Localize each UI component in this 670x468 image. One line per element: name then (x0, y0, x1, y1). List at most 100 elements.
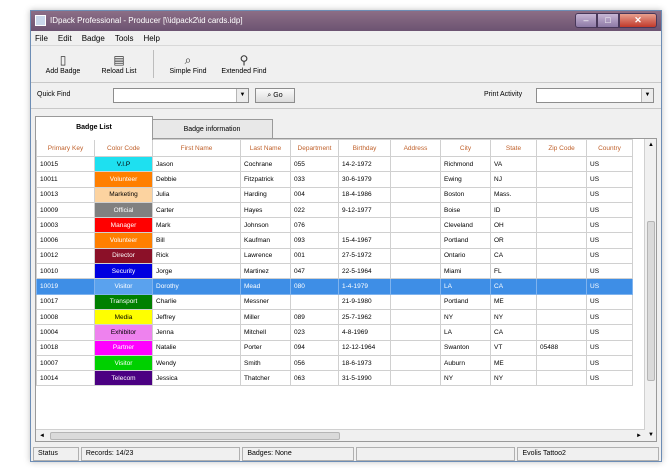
table-row[interactable]: 10007 Visitor Wendy Smith 056 18-6-1973 Auburn… (36, 354, 633, 372)
horizontal-scrollbar[interactable]: ◄ ► (36, 429, 645, 441)
state-cell[interactable]: CA (490, 247, 537, 265)
country-cell[interactable]: US (586, 278, 633, 295)
primary-key-cell[interactable]: 10004 (36, 324, 95, 341)
color-code-cell[interactable]: Official (94, 201, 153, 219)
last-name-cell[interactable]: Kaufman (240, 232, 291, 249)
primary-key-cell[interactable]: 10019 (36, 278, 95, 295)
scroll-right-icon[interactable]: ► (633, 430, 645, 441)
zip-code-cell[interactable] (536, 293, 587, 310)
color-code-cell[interactable]: Partner (94, 339, 153, 356)
go-button[interactable]: ⌕ Go (255, 88, 295, 103)
primary-key-cell[interactable]: 10018 (36, 339, 95, 356)
birthday-cell[interactable]: 25-7-1962 (338, 308, 391, 326)
country-cell[interactable]: US (586, 171, 633, 188)
department-cell[interactable]: 093 (290, 232, 339, 249)
table-row[interactable]: 10009 Official Carter Hayes 022 9-12-1977 Bois… (36, 201, 633, 219)
last-name-cell[interactable]: Mitchell (240, 324, 291, 341)
zip-code-cell[interactable] (536, 232, 587, 249)
birthday-cell[interactable]: 9-12-1977 (338, 201, 391, 219)
extended-find-button[interactable]: ⚲ Extended Find (216, 46, 272, 82)
color-code-cell[interactable]: Visitor (94, 278, 153, 295)
first-name-cell[interactable]: Jason (152, 155, 241, 173)
department-cell[interactable]: 023 (290, 324, 339, 341)
first-name-cell[interactable]: Jenna (152, 324, 241, 341)
address-cell[interactable] (390, 217, 441, 234)
state-cell[interactable]: OR (490, 232, 537, 249)
state-cell[interactable]: NJ (490, 171, 537, 188)
department-cell[interactable]: 033 (290, 171, 339, 188)
city-cell[interactable]: NY (440, 370, 491, 387)
horizontal-scroll-thumb[interactable] (50, 432, 340, 440)
first-name-cell[interactable]: Wendy (152, 354, 241, 372)
last-name-cell[interactable]: Lawrence (240, 247, 291, 265)
table-row[interactable]: 10017 Transport Charlie Messner 21-9-1980 Por… (36, 293, 633, 310)
department-cell[interactable]: 094 (290, 339, 339, 356)
chevron-down-icon[interactable]: ▼ (236, 89, 248, 102)
address-cell[interactable] (390, 324, 441, 341)
table-row[interactable]: 10018 Partner Natalie Porter 094 12-12-1964 Sw… (36, 339, 633, 356)
department-cell[interactable]: 047 (290, 263, 339, 280)
column-header[interactable]: First Name (152, 139, 241, 157)
table-row[interactable]: 10006 Volunteer Bill Kaufman 093 15-4-1967 Por… (36, 232, 633, 249)
address-cell[interactable] (390, 232, 441, 249)
birthday-cell[interactable]: 14-2-1972 (338, 155, 391, 173)
scroll-down-icon[interactable]: ▼ (645, 429, 656, 441)
last-name-cell[interactable]: Martinez (240, 263, 291, 280)
state-cell[interactable]: FL (490, 263, 537, 280)
city-cell[interactable]: Miami (440, 263, 491, 280)
column-header[interactable]: Country (586, 139, 633, 157)
city-cell[interactable]: Richmond (440, 155, 491, 173)
column-header[interactable]: Last Name (240, 139, 291, 157)
primary-key-cell[interactable]: 10015 (36, 155, 95, 173)
city-cell[interactable]: Cleveland (440, 217, 491, 234)
address-cell[interactable] (390, 278, 441, 295)
state-cell[interactable]: OH (490, 217, 537, 234)
table-row[interactable]: 10013 Marketing Julia Harding 004 18-4-1986 Bo… (36, 186, 633, 203)
country-cell[interactable]: US (586, 186, 633, 203)
table-row[interactable]: 10015 V.I.P Jason Cochrane 055 14-2-1972 Richm… (36, 155, 633, 173)
address-cell[interactable] (390, 293, 441, 310)
address-cell[interactable] (390, 155, 441, 173)
menu-badge[interactable]: Badge (82, 34, 105, 43)
city-cell[interactable]: Ewing (440, 171, 491, 188)
last-name-cell[interactable]: Smith (240, 354, 291, 372)
first-name-cell[interactable]: Dorothy (152, 278, 241, 295)
state-cell[interactable]: VA (490, 155, 537, 173)
first-name-cell[interactable]: Jeffrey (152, 308, 241, 326)
primary-key-cell[interactable]: 10013 (36, 186, 95, 203)
city-cell[interactable]: Boston (440, 186, 491, 203)
address-cell[interactable] (390, 171, 441, 188)
scroll-up-icon[interactable]: ▲ (645, 139, 656, 151)
zip-code-cell[interactable] (536, 278, 587, 295)
zip-code-cell[interactable] (536, 263, 587, 280)
country-cell[interactable]: US (586, 354, 633, 372)
country-cell[interactable]: US (586, 247, 633, 265)
city-cell[interactable]: LA (440, 278, 491, 295)
country-cell[interactable]: US (586, 232, 633, 249)
zip-code-cell[interactable] (536, 217, 587, 234)
state-cell[interactable]: CA (490, 278, 537, 295)
scroll-left-icon[interactable]: ◄ (36, 430, 48, 441)
table-row[interactable]: 10004 Exhibitor Jenna Mitchell 023 4-8-1969 LA… (36, 324, 633, 341)
table-row[interactable]: 10008 Media Jeffrey Miller 089 25-7-1962 NY NY U… (36, 308, 633, 326)
address-cell[interactable] (390, 201, 441, 219)
zip-code-cell[interactable] (536, 308, 587, 326)
vertical-scrollbar[interactable]: ▲ ▼ (644, 139, 656, 441)
first-name-cell[interactable]: Carter (152, 201, 241, 219)
tab-badge-list[interactable]: Badge List (35, 116, 153, 140)
birthday-cell[interactable] (338, 217, 391, 234)
department-cell[interactable]: 063 (290, 370, 339, 387)
vertical-scroll-thumb[interactable] (647, 221, 655, 381)
address-cell[interactable] (390, 339, 441, 356)
first-name-cell[interactable]: Debbie (152, 171, 241, 188)
department-cell[interactable]: 022 (290, 201, 339, 219)
column-header[interactable]: Department (290, 139, 339, 157)
table-row[interactable]: 10012 Director Rick Lawrence 001 27-5-1972 Ont… (36, 247, 633, 265)
state-cell[interactable]: ME (490, 293, 537, 310)
city-cell[interactable]: Ontario (440, 247, 491, 265)
primary-key-cell[interactable]: 10007 (36, 354, 95, 372)
last-name-cell[interactable]: Porter (240, 339, 291, 356)
primary-key-cell[interactable]: 10010 (36, 263, 95, 280)
first-name-cell[interactable]: Jessica (152, 370, 241, 387)
department-cell[interactable]: 056 (290, 354, 339, 372)
